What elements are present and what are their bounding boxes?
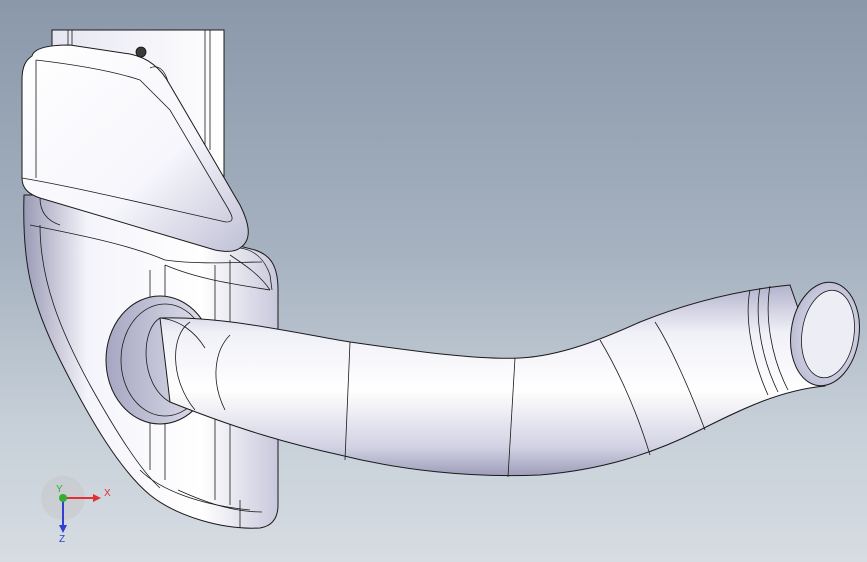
z-axis-label: Z: [59, 534, 65, 545]
3d-model-view[interactable]: X Y Z: [0, 0, 867, 562]
z-axis-arrowhead: [59, 525, 67, 533]
y-axis-dot: [59, 494, 67, 502]
y-axis-label: Y: [56, 484, 63, 495]
orientation-triad[interactable]: X Y Z: [41, 476, 111, 545]
x-axis-label: X: [104, 488, 111, 499]
graphics-viewport[interactable]: X Y Z: [0, 0, 867, 562]
x-axis-arrowhead: [93, 494, 101, 502]
